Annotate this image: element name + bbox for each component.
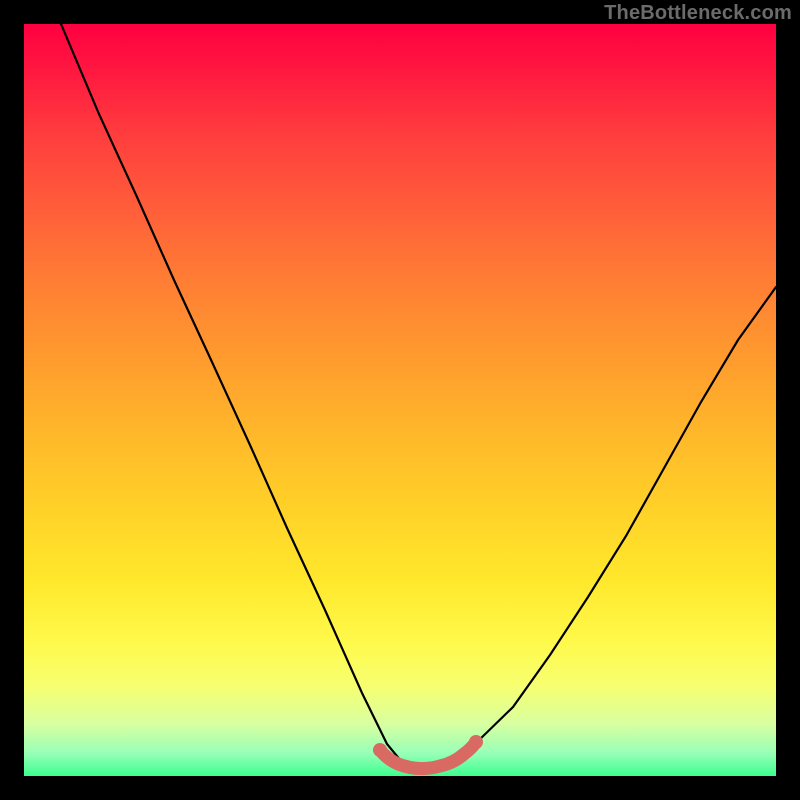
plot-area [24, 24, 776, 776]
ideal-band-highlight [380, 742, 476, 769]
chart-frame: TheBottleneck.com [0, 0, 800, 800]
ideal-band-left-cap [373, 743, 387, 757]
bottleneck-curve [61, 24, 776, 768]
watermark-text: TheBottleneck.com [604, 2, 792, 25]
ideal-band-right-cap [469, 735, 483, 749]
curve-layer [24, 24, 776, 776]
